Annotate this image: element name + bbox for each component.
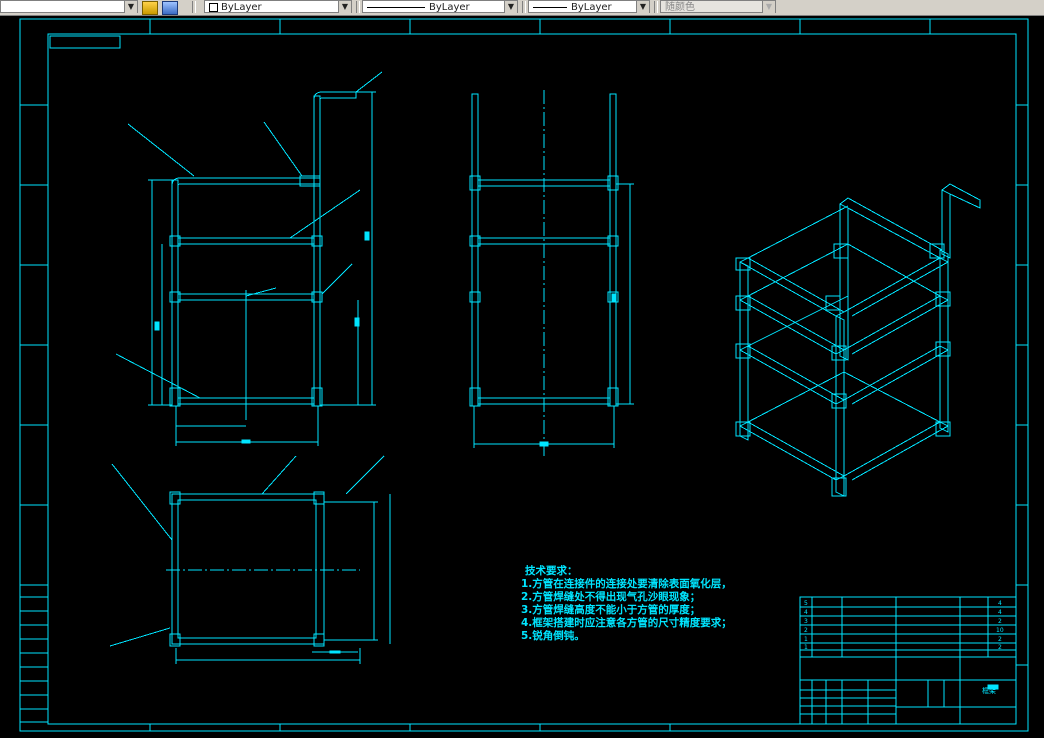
technical-requirements: 技术要求： 1.方管在连接件的连接处要清除表面氧化层， 2.方管焊缝处不得出现气… [521, 565, 732, 643]
layer-manager-icon[interactable] [162, 1, 178, 15]
svg-text:2: 2 [998, 636, 1002, 643]
tech-title: 技术要求： [525, 565, 578, 577]
lineweight-dropdown[interactable]: ByLayer ▼ [528, 0, 650, 13]
tech-item: 5.锐角倒钝。 [521, 630, 585, 642]
command-line[interactable] [0, 738, 1044, 745]
part-name: 框架 [982, 687, 996, 695]
side-view [469, 90, 634, 456]
chevron-down-icon[interactable]: ▼ [124, 1, 137, 13]
svg-text:3: 3 [804, 618, 808, 625]
chevron-down-icon[interactable]: ▼ [762, 1, 775, 13]
tech-item: 4.框架搭建时应注意各方管的尺寸精度要求； [521, 617, 732, 629]
svg-text:2: 2 [998, 644, 1002, 651]
linetype-label: ByLayer [429, 2, 470, 13]
plotstyle-dropdown[interactable]: 随颜色 ▼ [660, 0, 776, 13]
linetype-preview-icon [367, 7, 425, 8]
layer-dropdown[interactable]: ▼ [0, 0, 138, 13]
svg-text:2: 2 [804, 627, 808, 634]
tech-item: 2.方管焊缝处不得出现气孔沙眼现象； [521, 591, 701, 603]
tech-item: 1.方管在连接件的连接处要清除表面氧化层， [521, 578, 732, 590]
lineweight-label: ByLayer [571, 2, 612, 13]
linetype-dropdown[interactable]: ByLayer ▼ [362, 0, 518, 13]
svg-text:4: 4 [804, 609, 808, 616]
bom-table [799, 596, 1017, 658]
layer-previous-icon[interactable] [142, 1, 158, 15]
svg-text:4: 4 [998, 609, 1002, 616]
plotstyle-label: 随颜色 [665, 2, 695, 13]
corner-box [49, 35, 121, 49]
front-view [115, 71, 383, 446]
properties-toolbar: ▼ ByLayer ▼ ByLayer ▼ ByLayer ▼ 随颜色 ▼ [0, 0, 1044, 16]
color-label: ByLayer [221, 2, 262, 13]
drawing-canvas[interactable]: 543 211 442 10 2 2 技术要求： 1.方管在连接件的连接处要清除表面… [0, 16, 1044, 745]
svg-text:2: 2 [998, 618, 1002, 625]
chevron-down-icon[interactable]: ▼ [636, 1, 649, 13]
isometric-view [735, 183, 981, 497]
svg-text:1: 1 [804, 644, 808, 651]
svg-text:10: 10 [996, 627, 1004, 634]
svg-text:4: 4 [998, 600, 1002, 607]
svg-text:5: 5 [804, 600, 808, 607]
tech-item: 3.方管焊缝高度不能小于方管的厚度； [521, 604, 701, 616]
svg-text:1: 1 [804, 636, 808, 643]
color-dropdown[interactable]: ByLayer ▼ [204, 0, 352, 13]
color-swatch-icon [209, 3, 218, 12]
chevron-down-icon[interactable]: ▼ [504, 1, 517, 13]
top-view [109, 455, 391, 664]
left-side-table [19, 596, 49, 723]
lineweight-preview-icon [533, 7, 567, 8]
chevron-down-icon[interactable]: ▼ [338, 1, 351, 13]
